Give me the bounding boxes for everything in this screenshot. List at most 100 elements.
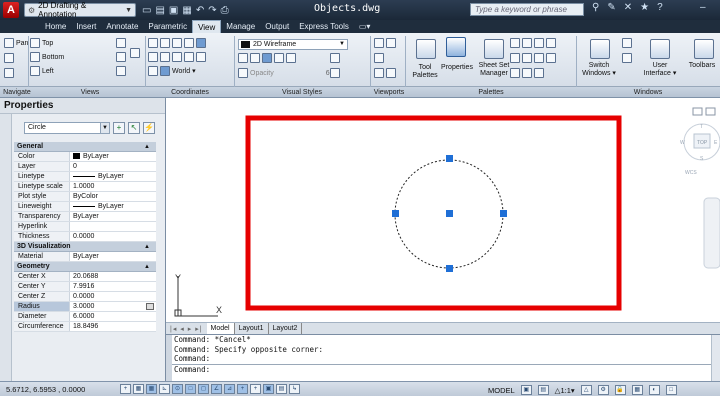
- tab-model[interactable]: Model: [206, 323, 235, 334]
- new-icon[interactable]: ▭: [142, 5, 151, 16]
- section-geometry[interactable]: Geometry ▲: [14, 262, 156, 272]
- help-search-input[interactable]: Type a keyword or phrase: [470, 3, 584, 16]
- visual-style-tools[interactable]: [238, 53, 296, 63]
- dynamic-input-icon[interactable]: +: [237, 384, 248, 394]
- prop-row-center-x[interactable]: Center X 20.0688: [14, 272, 156, 282]
- properties-icon[interactable]: [446, 37, 466, 57]
- panel-label-visual-styles[interactable]: Visual Styles: [236, 87, 368, 98]
- grip-quadrant-right[interactable]: [500, 210, 507, 217]
- polar-tracking-icon[interactable]: ⊙: [172, 384, 183, 394]
- grip-quadrant-left[interactable]: [392, 210, 399, 217]
- visual-style-extra[interactable]: [330, 53, 340, 63]
- viewports-row2[interactable]: [374, 53, 384, 63]
- snap-mode-icon[interactable]: ▦: [133, 384, 144, 394]
- panel-label-coordinates[interactable]: Coordinates: [148, 87, 232, 98]
- palette-row2[interactable]: [510, 53, 556, 63]
- quick-select-icon[interactable]: ⚡: [143, 122, 155, 134]
- prop-row-radius[interactable]: Radius 3.0000: [14, 302, 156, 312]
- object-snap-icon[interactable]: □: [185, 384, 196, 394]
- infer-constraints-icon[interactable]: +: [120, 384, 131, 394]
- prop-row-diameter[interactable]: Diameter 6.0000: [14, 312, 156, 322]
- view-top[interactable]: Top: [30, 38, 53, 48]
- visual-style-extra2[interactable]: [330, 68, 340, 78]
- prop-row-linetype-scale[interactable]: Linetype scale 1.0000: [14, 182, 156, 192]
- prop-row-lineweight[interactable]: Lineweight ByLayer: [14, 202, 156, 212]
- section-3d-visualization[interactable]: 3D Visualization ▲: [14, 242, 156, 252]
- palette-row1[interactable]: [510, 38, 556, 48]
- navigation-bar[interactable]: [703, 197, 720, 269]
- toolbars-icon[interactable]: [694, 39, 714, 59]
- 3d-osnap-icon[interactable]: ◻: [198, 384, 209, 394]
- prop-row-color[interactable]: Color ByLayer: [14, 152, 156, 162]
- tab-insert[interactable]: Insert: [71, 20, 101, 33]
- prop-row-circumference[interactable]: Circumference 18.8496: [14, 322, 156, 332]
- grip-center[interactable]: [446, 210, 453, 217]
- tile-button[interactable]: [622, 53, 632, 63]
- undo-icon[interactable]: ↶: [196, 5, 204, 16]
- view-manager-button[interactable]: [130, 48, 140, 58]
- tab-annotate[interactable]: Annotate: [101, 20, 143, 33]
- ortho-mode-icon[interactable]: ⊾: [159, 384, 170, 394]
- visual-style-select[interactable]: 2D Wireframe ▼: [238, 39, 348, 50]
- viewcube[interactable]: TOP T W E S WCS: [680, 123, 720, 176]
- toolbars-button[interactable]: Toolbars: [684, 62, 720, 70]
- prop-row-plot-style[interactable]: Plot style ByColor: [14, 192, 156, 202]
- command-input[interactable]: Command:: [166, 363, 720, 374]
- ucs-tools-row2[interactable]: [148, 52, 206, 62]
- tool-palettes-icon[interactable]: [416, 39, 436, 59]
- steering-wheel-button[interactable]: [4, 53, 14, 63]
- plot-icon[interactable]: ⎙: [221, 5, 229, 16]
- grip-quadrant-top[interactable]: [446, 155, 453, 162]
- properties-palette-button[interactable]: Properties: [440, 64, 474, 72]
- file-tabs-button[interactable]: [622, 38, 632, 48]
- tab-home[interactable]: Home: [40, 20, 71, 33]
- view-left[interactable]: Left: [30, 66, 54, 76]
- isolate-objects-icon[interactable]: ◐: [648, 385, 660, 395]
- subscription-icon[interactable]: ✎: [607, 2, 615, 13]
- views-expand[interactable]: [116, 66, 126, 76]
- open-icon[interactable]: ▤: [155, 5, 164, 16]
- sheet-set-icon[interactable]: [484, 39, 504, 59]
- tab-parametric[interactable]: Parametric: [143, 20, 192, 33]
- viewcube-wcs[interactable]: WCS: [685, 170, 697, 176]
- layout-nav-arrows[interactable]: |◂ ◂ ▸ ▸|: [166, 325, 207, 333]
- calculator-icon[interactable]: [146, 303, 154, 310]
- ucs-tools-row1[interactable]: [148, 38, 206, 48]
- tab-output[interactable]: Output: [260, 20, 294, 33]
- prop-row-layer[interactable]: Layer 0: [14, 162, 156, 172]
- prop-row-material[interactable]: Material ByLayer: [14, 252, 156, 262]
- section-general[interactable]: General ▲: [14, 142, 156, 152]
- quick-properties-icon[interactable]: ▤: [276, 384, 287, 394]
- annotation-visibility-icon[interactable]: △: [580, 385, 592, 395]
- lock-icon[interactable]: 🔒: [614, 385, 626, 395]
- saveas-icon[interactable]: ▦: [182, 5, 191, 16]
- minimize-button[interactable]: –: [700, 2, 706, 13]
- coordinate-display[interactable]: 5.6712, 6.5953 , 0.0000: [6, 385, 85, 394]
- command-window-grip[interactable]: [166, 335, 172, 382]
- viewport-restore-icon[interactable]: [705, 107, 716, 116]
- annotation-scale[interactable]: △1:1▾: [555, 386, 575, 395]
- help-icon[interactable]: ?: [657, 2, 663, 13]
- prop-row-hyperlink[interactable]: Hyperlink: [14, 222, 156, 232]
- viewport-minimize-icon[interactable]: [692, 107, 703, 116]
- viewports-row3[interactable]: [374, 68, 396, 78]
- workspace-select[interactable]: ⚙ 2D Drafting & Annotation ▼: [24, 1, 136, 19]
- prop-row-linetype[interactable]: Linetype ByLayer: [14, 172, 156, 182]
- transparency-icon[interactable]: ▣: [263, 384, 274, 394]
- quick-view-icon[interactable]: ▤: [537, 385, 549, 395]
- command-scrollbar[interactable]: [711, 335, 720, 382]
- layout-icon[interactable]: ▣: [520, 385, 532, 395]
- select-objects-icon[interactable]: ↖: [128, 122, 140, 134]
- prop-row-thickness[interactable]: Thickness 0.0000: [14, 232, 156, 242]
- model-space-toggle[interactable]: MODEL: [488, 386, 515, 395]
- lineweight-icon[interactable]: +: [250, 384, 261, 394]
- drawing-canvas[interactable]: Y X TOP T W E S WCS: [166, 98, 720, 322]
- exchange-icon[interactable]: ✕: [624, 2, 632, 13]
- tab-express-tools[interactable]: Express Tools: [294, 20, 354, 33]
- grip-quadrant-bottom[interactable]: [446, 265, 453, 272]
- binoculars-icon[interactable]: ⚲: [592, 2, 599, 13]
- prop-row-center-y[interactable]: Center Y 7.9916: [14, 282, 156, 292]
- clean-screen-icon[interactable]: □: [665, 385, 677, 395]
- object-type-select[interactable]: Circle ▼: [24, 122, 110, 134]
- star-icon[interactable]: ★: [640, 2, 649, 13]
